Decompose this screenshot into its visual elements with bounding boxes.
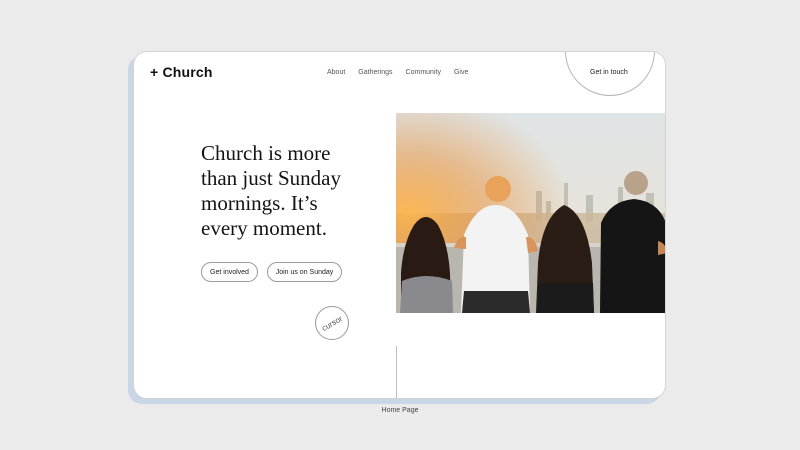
headline-line: every moment. (201, 216, 327, 240)
hero-headline: Church is more than just Sunday mornings… (201, 141, 401, 241)
get-in-touch-link[interactable]: Get in touch (590, 69, 628, 76)
site-logo[interactable]: + Church (150, 64, 213, 80)
nav-link-about[interactable]: About (327, 69, 345, 76)
headline-line: than just Sunday (201, 166, 341, 190)
cursor-badge: cursor (315, 306, 349, 340)
nav-link-gatherings[interactable]: Gatherings (358, 69, 392, 76)
cursor-badge-label: cursor (320, 313, 344, 333)
nav-link-community[interactable]: Community (406, 69, 441, 76)
nav-link-give[interactable]: Give (454, 69, 468, 76)
group-photo-icon (396, 113, 665, 313)
divider-line (396, 346, 397, 398)
main-nav: About Gatherings Community Give (327, 69, 468, 76)
get-involved-button[interactable]: Get involved (201, 262, 258, 282)
join-us-on-sunday-button[interactable]: Join us on Sunday (267, 262, 342, 282)
headline-line: Church is more (201, 141, 331, 165)
page-caption: Home Page (381, 407, 419, 414)
headline-line: mornings. It’s (201, 191, 318, 215)
presentation-stage: + Church About Gatherings Community Give… (0, 0, 800, 450)
website-mockup-card: + Church About Gatherings Community Give… (133, 51, 666, 399)
